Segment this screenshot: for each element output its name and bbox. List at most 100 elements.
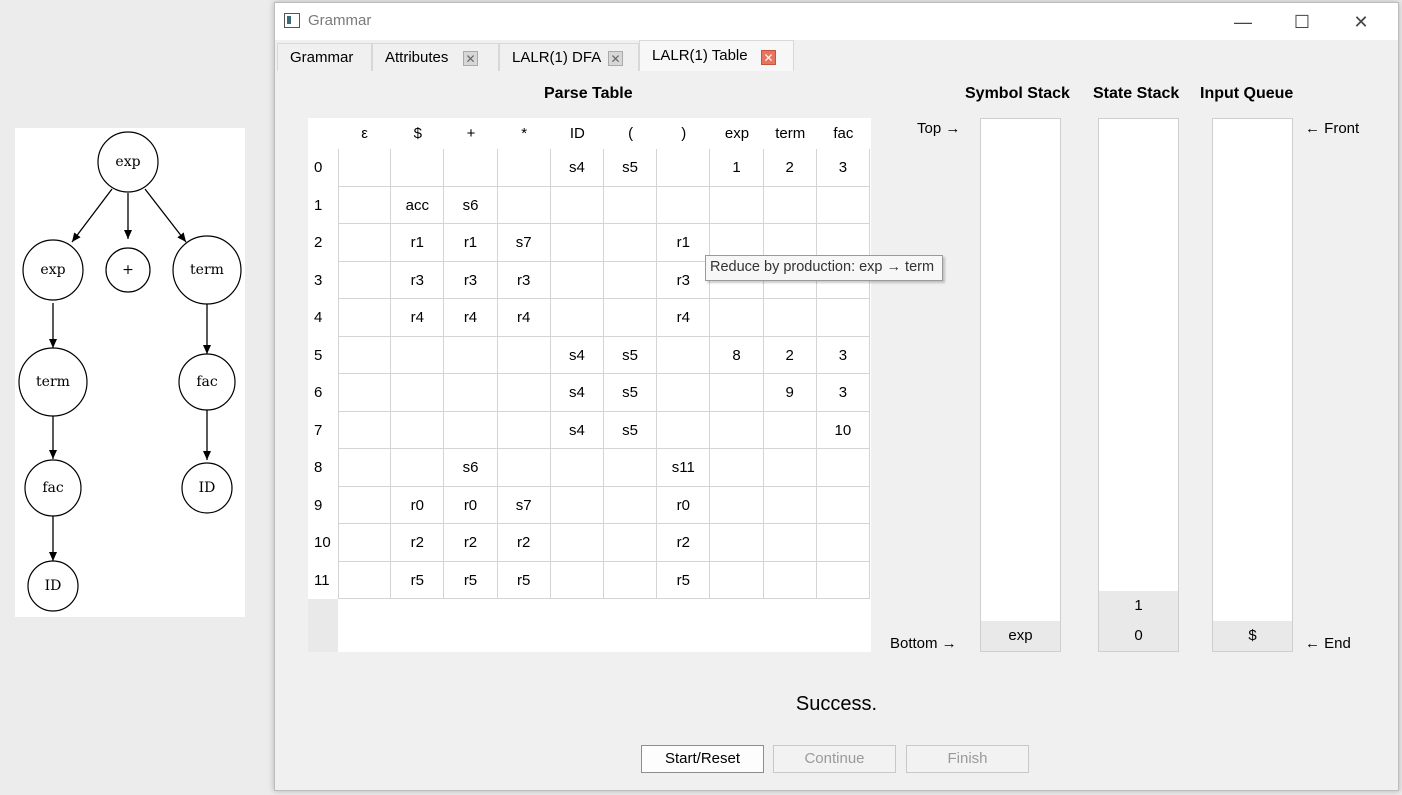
- parse-table[interactable]: ε $ + * ID() exp term fac 0 s4 s5 1 2 3 1 acc s6 2 r1 r1 s7 r…: [308, 118, 871, 652]
- table-cell[interactable]: [763, 299, 817, 337]
- table-cell[interactable]: s4: [550, 374, 604, 412]
- table-cell[interactable]: 2: [763, 149, 817, 187]
- table-cell[interactable]: r4: [391, 299, 445, 337]
- table-cell[interactable]: [710, 374, 764, 412]
- table-cell[interactable]: [550, 486, 604, 524]
- table-cell[interactable]: 3: [816, 374, 870, 412]
- table-cell[interactable]: [497, 411, 551, 449]
- tab-attributes[interactable]: Attributes ✕: [372, 43, 499, 71]
- table-cell[interactable]: [497, 449, 551, 487]
- state-stack[interactable]: 1 0: [1098, 118, 1179, 652]
- table-cell[interactable]: s7: [497, 224, 551, 262]
- table-cell[interactable]: r1: [657, 224, 711, 262]
- table-cell[interactable]: r3: [657, 261, 711, 299]
- table-cell[interactable]: r5: [444, 561, 498, 599]
- table-cell[interactable]: [338, 149, 392, 187]
- table-cell[interactable]: [550, 186, 604, 224]
- table-cell[interactable]: [710, 411, 764, 449]
- table-cell[interactable]: [604, 449, 658, 487]
- table-cell[interactable]: [338, 224, 392, 262]
- table-cell[interactable]: [338, 374, 392, 412]
- symbol-stack[interactable]: exp: [980, 118, 1061, 652]
- tab-close-icon[interactable]: ✕: [463, 51, 478, 66]
- table-cell[interactable]: [763, 186, 817, 224]
- table-cell[interactable]: [338, 186, 392, 224]
- table-cell[interactable]: r4: [444, 299, 498, 337]
- minimize-button[interactable]: —: [1220, 8, 1266, 36]
- table-cell[interactable]: [550, 561, 604, 599]
- table-cell[interactable]: [391, 374, 445, 412]
- table-cell[interactable]: 1: [710, 149, 764, 187]
- table-cell[interactable]: [710, 524, 764, 562]
- table-cell[interactable]: r0: [657, 486, 711, 524]
- table-cell[interactable]: r5: [391, 561, 445, 599]
- table-cell[interactable]: [657, 374, 711, 412]
- table-cell[interactable]: s6: [444, 186, 498, 224]
- table-cell[interactable]: [444, 336, 498, 374]
- table-cell[interactable]: r0: [444, 486, 498, 524]
- table-cell[interactable]: [657, 149, 711, 187]
- table-cell[interactable]: [816, 561, 870, 599]
- table-cell[interactable]: [497, 374, 551, 412]
- table-cell[interactable]: [710, 299, 764, 337]
- table-cell[interactable]: r1: [444, 224, 498, 262]
- table-cell[interactable]: [763, 411, 817, 449]
- table-cell[interactable]: r2: [444, 524, 498, 562]
- table-cell[interactable]: [604, 261, 658, 299]
- table-cell[interactable]: r1: [391, 224, 445, 262]
- tab-close-icon[interactable]: ✕: [608, 51, 623, 66]
- table-cell[interactable]: r5: [497, 561, 551, 599]
- table-cell[interactable]: [763, 486, 817, 524]
- close-window-button[interactable]: ✕: [1338, 8, 1384, 36]
- table-cell[interactable]: [338, 261, 392, 299]
- table-cell[interactable]: [444, 149, 498, 187]
- table-cell[interactable]: [657, 411, 711, 449]
- table-cell[interactable]: [816, 486, 870, 524]
- table-cell[interactable]: [550, 449, 604, 487]
- table-cell[interactable]: s6: [444, 449, 498, 487]
- table-cell[interactable]: r2: [497, 524, 551, 562]
- table-cell[interactable]: [604, 299, 658, 337]
- table-cell[interactable]: [710, 486, 764, 524]
- table-cell[interactable]: s4: [550, 336, 604, 374]
- table-cell[interactable]: [604, 486, 658, 524]
- table-cell[interactable]: [391, 449, 445, 487]
- table-cell[interactable]: [550, 524, 604, 562]
- table-cell[interactable]: s5: [604, 149, 658, 187]
- table-cell[interactable]: [391, 411, 445, 449]
- table-cell[interactable]: [710, 449, 764, 487]
- title-bar[interactable]: Grammar — ☐ ✕: [275, 3, 1398, 40]
- start-reset-button[interactable]: Start/Reset: [641, 745, 764, 773]
- tab-close-icon[interactable]: ✕: [761, 50, 776, 65]
- table-cell[interactable]: r5: [657, 561, 711, 599]
- table-cell[interactable]: 9: [763, 374, 817, 412]
- table-cell[interactable]: [604, 524, 658, 562]
- table-cell[interactable]: [763, 449, 817, 487]
- table-cell[interactable]: [657, 186, 711, 224]
- table-cell[interactable]: [816, 449, 870, 487]
- table-cell[interactable]: [338, 561, 392, 599]
- table-cell[interactable]: [816, 299, 870, 337]
- table-cell[interactable]: [710, 561, 764, 599]
- continue-button[interactable]: Continue: [773, 745, 896, 773]
- table-cell[interactable]: r2: [391, 524, 445, 562]
- table-cell[interactable]: s4: [550, 149, 604, 187]
- table-cell[interactable]: [816, 186, 870, 224]
- table-cell[interactable]: 10: [816, 411, 870, 449]
- table-cell[interactable]: r3: [497, 261, 551, 299]
- table-cell[interactable]: [763, 524, 817, 562]
- table-cell[interactable]: [338, 336, 392, 374]
- table-cell[interactable]: [338, 411, 392, 449]
- table-cell[interactable]: r2: [657, 524, 711, 562]
- table-cell[interactable]: [604, 561, 658, 599]
- table-cell[interactable]: r3: [444, 261, 498, 299]
- table-cell[interactable]: [338, 524, 392, 562]
- table-cell[interactable]: [497, 336, 551, 374]
- maximize-button[interactable]: ☐: [1279, 8, 1325, 36]
- table-cell[interactable]: [710, 186, 764, 224]
- table-cell[interactable]: [550, 261, 604, 299]
- table-cell[interactable]: 2: [763, 336, 817, 374]
- table-cell[interactable]: [391, 149, 445, 187]
- table-cell[interactable]: r4: [497, 299, 551, 337]
- table-cell[interactable]: [338, 486, 392, 524]
